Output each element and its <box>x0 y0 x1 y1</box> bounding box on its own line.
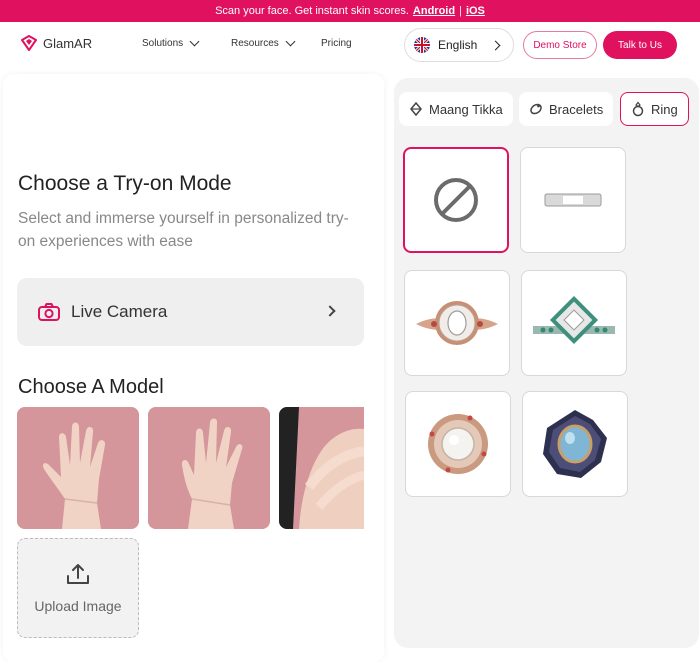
page-subtitle: Select and immerse yourself in personali… <box>18 210 349 250</box>
maang-tikka-icon <box>410 102 422 116</box>
top-nav: GlamAR Solutions Resources Pricing Engli… <box>0 22 700 68</box>
tab-maang-tikka[interactable]: Maang Tikka <box>399 92 513 126</box>
demo-store-button[interactable]: Demo Store <box>523 31 597 59</box>
nav-pricing-label: Pricing <box>321 38 352 49</box>
chevron-right-icon <box>490 40 501 51</box>
blue-topaz-ring-image <box>543 410 607 478</box>
ring-icon <box>632 101 644 117</box>
camera-icon <box>38 303 60 321</box>
nav-resources[interactable]: Resources <box>231 36 296 49</box>
ring-blue-topaz[interactable] <box>522 391 628 497</box>
promo-banner: Scan your face. Get instant skin scores.… <box>0 0 700 22</box>
banner-text: Scan your face. Get instant skin scores. <box>215 5 409 17</box>
upload-icon <box>67 564 89 584</box>
logo[interactable]: GlamAR <box>20 35 92 51</box>
android-link[interactable]: Android <box>413 5 455 17</box>
language-label: English <box>438 38 478 52</box>
upload-image-button[interactable]: Upload Image <box>17 538 139 638</box>
banner-separator: | <box>459 5 462 17</box>
live-camera-button[interactable]: Live Camera <box>17 278 364 346</box>
ring-emerald-halo[interactable] <box>521 270 627 376</box>
uk-flag-icon <box>414 37 430 53</box>
ring-silver-band[interactable] <box>520 147 626 253</box>
nav-pricing[interactable]: Pricing <box>321 38 352 49</box>
silver-band-ring-image <box>544 193 602 207</box>
tab-maang-tikka-label: Maang Tikka <box>429 101 503 117</box>
chevron-right-icon <box>324 305 336 317</box>
ios-link[interactable]: iOS <box>466 5 485 17</box>
bracelet-icon <box>530 103 542 115</box>
hand-image <box>279 407 364 529</box>
language-selector[interactable]: English <box>404 28 514 62</box>
model-hand-3[interactable] <box>279 407 364 529</box>
chevron-down-icon <box>285 36 296 47</box>
hand-image <box>17 407 139 529</box>
ring-none-option[interactable] <box>403 147 509 253</box>
tab-ring[interactable]: Ring <box>620 92 689 126</box>
choose-model-title: Choose A Model <box>18 376 164 398</box>
logo-text: GlamAR <box>43 35 93 51</box>
nav-solutions-label: Solutions <box>142 38 184 49</box>
live-camera-label: Live Camera <box>71 302 168 321</box>
model-hand-2[interactable] <box>148 407 270 529</box>
emerald-halo-ring-image <box>533 295 615 345</box>
model-hand-1[interactable] <box>17 407 139 529</box>
ring-diamond-cluster[interactable] <box>404 270 510 376</box>
nav-solutions[interactable]: Solutions <box>142 36 200 49</box>
no-selection-icon <box>434 178 478 222</box>
glamar-logo-icon <box>21 35 37 51</box>
tab-ring-label: Ring <box>651 101 678 117</box>
nav-resources-label: Resources <box>231 38 279 49</box>
tab-bracelets[interactable]: Bracelets <box>519 92 614 126</box>
page-title: Choose a Try-on Mode <box>18 172 232 195</box>
diamond-cluster-ring-image <box>416 301 498 345</box>
upload-image-label: Upload Image <box>34 598 122 614</box>
pearl-flower-ring-image <box>428 414 488 474</box>
tab-bracelets-label: Bracelets <box>549 101 604 117</box>
chevron-down-icon <box>189 36 200 47</box>
ring-pearl-flower[interactable] <box>405 391 511 497</box>
talk-to-us-button[interactable]: Talk to Us <box>603 31 677 59</box>
hand-image <box>148 407 270 529</box>
